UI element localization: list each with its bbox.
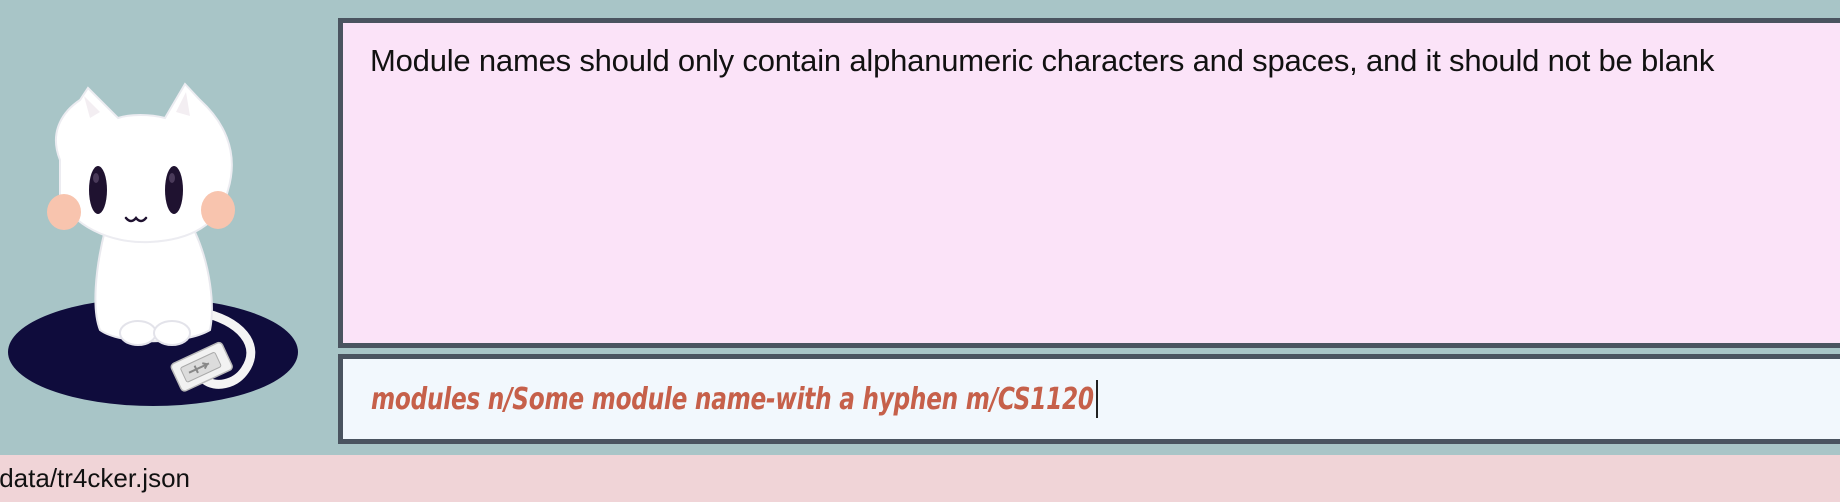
command-input[interactable]: modules n/Some module name-with a hyphen…	[371, 382, 1094, 417]
command-box[interactable]: modules n/Some module name-with a hyphen…	[338, 354, 1840, 444]
status-file-path: /data/tr4cker.json	[0, 463, 190, 493]
status-bar: /data/tr4cker.json	[0, 455, 1840, 502]
app-window: Module names should only contain alphanu…	[0, 0, 1840, 502]
result-display: Module names should only contain alphanu…	[338, 18, 1840, 348]
result-message: Module names should only contain alphanu…	[370, 43, 1715, 78]
cat-mascot-icon	[0, 0, 330, 455]
text-caret	[1096, 380, 1099, 418]
